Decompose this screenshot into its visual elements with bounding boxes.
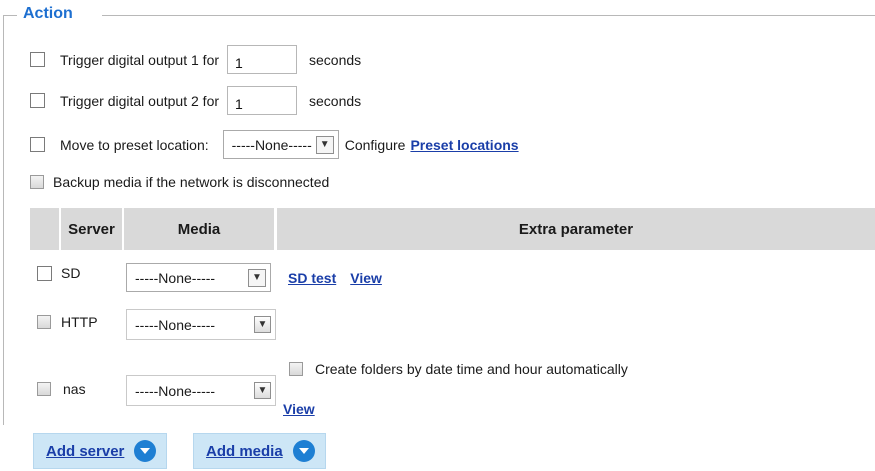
sd-media-cell: -----None----- ▼ [126, 263, 271, 292]
preset-label: Move to preset location: [60, 136, 209, 153]
trigger-do1-label: Trigger digital output 1 for [60, 51, 220, 68]
preset-checkbox[interactable] [30, 137, 45, 152]
circle-chevron-down-icon [134, 440, 157, 462]
backup-label: Backup media if the network is disconnec… [53, 174, 330, 190]
sd-test-link[interactable]: SD test [288, 270, 336, 286]
http-media-cell: -----None----- ▼ [126, 309, 276, 340]
action-legend: Action [23, 5, 73, 22]
chevron-down-icon: ▼ [254, 316, 271, 333]
http-checkbox[interactable] [37, 315, 51, 329]
trigger-do2-label: Trigger digital output 2 for [60, 92, 220, 109]
sd-media-select[interactable]: -----None----- ▼ [126, 263, 271, 292]
preset-select[interactable]: -----None----- ▼ [222, 130, 339, 159]
trigger-do2-checkbox[interactable] [30, 93, 45, 108]
trigger-do1-unit: seconds [309, 51, 362, 68]
http-media-select-value: -----None----- [135, 316, 216, 333]
add-media-button[interactable]: Add media [193, 433, 326, 469]
trigger-do1-row: Trigger digital output 1 for seconds [30, 45, 361, 74]
chevron-down-icon: ▼ [254, 382, 271, 399]
nas-view-link[interactable]: View [283, 401, 315, 417]
trigger-do1-checkbox[interactable] [30, 52, 45, 67]
table-row: nas [37, 381, 86, 397]
preset-select-value: -----None----- [231, 136, 312, 153]
table-header-extra: Extra parameter [277, 208, 875, 250]
circle-chevron-down-icon [292, 440, 315, 462]
preset-locations-link[interactable]: Preset locations [410, 137, 518, 153]
table-header-server: Server [61, 208, 122, 250]
nas-checkbox[interactable] [37, 382, 51, 396]
trigger-do2-row: Trigger digital output 2 for seconds [30, 86, 361, 115]
sd-extra-cell: SD test View [288, 270, 382, 286]
chevron-down-icon: ▼ [315, 135, 334, 154]
table-row: HTTP [37, 314, 98, 330]
nas-media-cell: -----None----- ▼ [126, 375, 276, 406]
server-name-http: HTTP [61, 314, 98, 330]
trigger-do1-seconds-input[interactable] [227, 45, 298, 74]
fieldset-border [3, 15, 4, 425]
server-name-nas: nas [63, 381, 86, 397]
nas-view-cell: View [283, 401, 315, 417]
add-server-label: Add server [46, 442, 125, 460]
sd-view-link[interactable]: View [350, 270, 382, 286]
backup-checkbox[interactable] [30, 175, 44, 189]
add-server-button[interactable]: Add server [33, 433, 168, 469]
sd-media-select-value: -----None----- [135, 269, 216, 286]
chevron-down-icon: ▼ [248, 268, 266, 287]
sd-checkbox[interactable] [37, 265, 52, 281]
create-folders-checkbox[interactable] [289, 362, 303, 376]
nas-folder-option: Create folders by date time and hour aut… [289, 361, 628, 377]
server-name-sd: SD [61, 265, 81, 281]
table-header-blank [30, 208, 59, 250]
nas-media-select[interactable]: -----None----- ▼ [126, 375, 276, 406]
preset-row: Move to preset location: -----None----- … [30, 130, 519, 159]
fieldset-border [3, 15, 17, 16]
nas-media-select-value: -----None----- [135, 382, 216, 399]
trigger-do2-unit: seconds [309, 92, 362, 109]
http-media-select[interactable]: -----None----- ▼ [126, 309, 276, 340]
add-media-label: Add media [206, 442, 283, 460]
table-header-media: Media [124, 208, 274, 250]
configure-label: Configure [344, 136, 406, 153]
trigger-do2-seconds-input[interactable] [227, 86, 298, 115]
create-folders-label: Create folders by date time and hour aut… [315, 361, 628, 377]
table-row: SD [37, 265, 80, 281]
backup-row: Backup media if the network is disconnec… [30, 174, 329, 190]
fieldset-border [102, 15, 875, 16]
